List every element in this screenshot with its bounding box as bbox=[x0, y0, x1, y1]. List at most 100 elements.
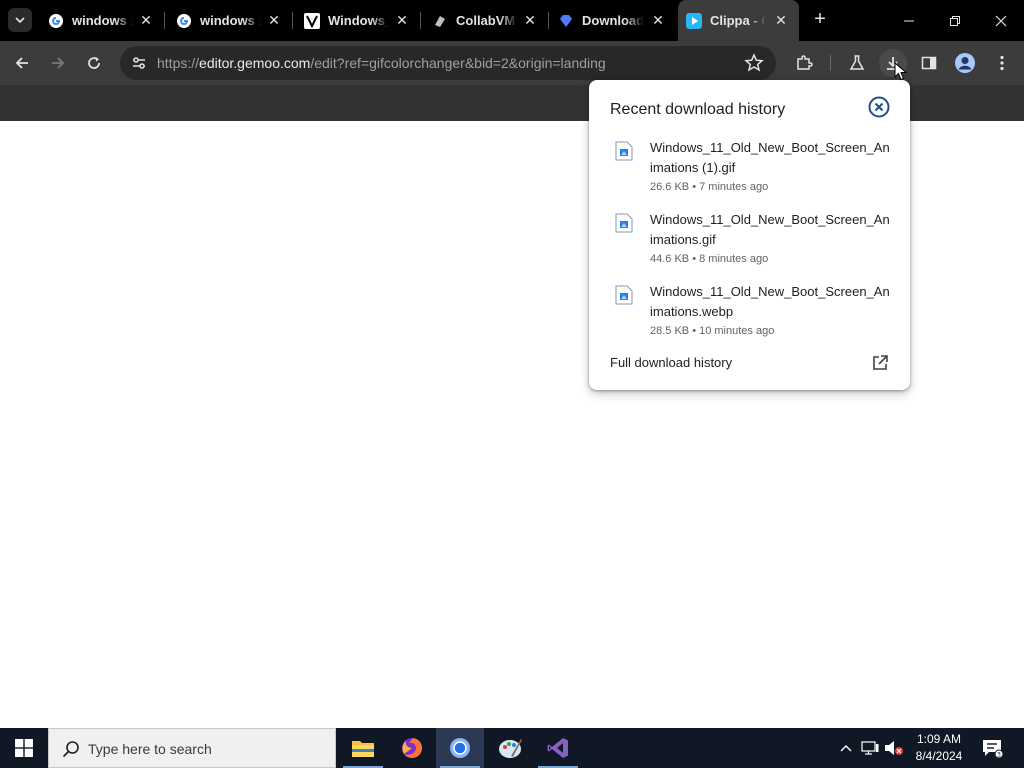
volume-tray-button[interactable] bbox=[884, 738, 904, 758]
image-file-icon bbox=[615, 141, 633, 161]
taskbar: Type here to search 1:09 AM 8/4/2024 3 bbox=[0, 728, 1024, 768]
download-bubble-title: Recent download history bbox=[610, 101, 786, 118]
visual-studio-icon bbox=[547, 738, 568, 758]
download-filename: Windows_11_Old_New_Boot_Screen_Animation… bbox=[650, 284, 890, 319]
clippa-icon bbox=[686, 12, 702, 29]
close-window-button[interactable] bbox=[978, 0, 1024, 41]
url-scheme: https:// bbox=[157, 55, 200, 71]
side-panel-icon bbox=[921, 56, 937, 70]
open-in-new-icon[interactable] bbox=[871, 354, 889, 372]
minimize-button[interactable] bbox=[886, 0, 932, 41]
full-download-history-link[interactable]: Full download history bbox=[610, 355, 732, 370]
download-item[interactable]: Windows_11_Old_New_Boot_Screen_Animation… bbox=[589, 138, 910, 206]
close-icon[interactable]: ✕ bbox=[773, 12, 789, 28]
more-vertical-icon bbox=[1000, 55, 1004, 71]
address-bar[interactable]: https://editor.gemoo.com/edit?ref=gifcol… bbox=[120, 46, 776, 80]
site-icon bbox=[304, 12, 320, 29]
arrow-right-icon bbox=[52, 57, 65, 69]
taskbar-firefox[interactable] bbox=[388, 728, 436, 768]
tab-search-button[interactable] bbox=[8, 8, 32, 32]
close-icon[interactable]: ✕ bbox=[522, 12, 538, 28]
taskbar-paint[interactable] bbox=[486, 728, 534, 768]
new-tab-button[interactable]: + bbox=[808, 8, 832, 32]
puzzle-icon bbox=[797, 55, 813, 70]
close-circle-icon bbox=[868, 96, 890, 118]
gem-icon bbox=[558, 13, 574, 29]
menu-button[interactable] bbox=[988, 49, 1016, 77]
tab-title: CollabVM bbox=[456, 13, 516, 28]
tab-2[interactable]: windows 11 old new boot screen ✕ bbox=[168, 0, 293, 41]
tab-separator bbox=[164, 12, 165, 29]
collabvm-icon bbox=[432, 13, 448, 29]
star-icon bbox=[744, 53, 764, 72]
tab-strip: windows 11 old new boot screen ✕ windows… bbox=[0, 0, 1024, 41]
bookmark-star-button[interactable] bbox=[744, 53, 764, 73]
close-icon bbox=[995, 15, 1007, 26]
tune-icon bbox=[133, 57, 145, 69]
tab-separator bbox=[292, 12, 293, 29]
taskbar-visual-studio[interactable] bbox=[534, 728, 582, 768]
download-bubble: Recent download history Windows_11_Old_N… bbox=[589, 80, 910, 390]
site-info-button[interactable] bbox=[126, 50, 152, 76]
search-icon bbox=[61, 739, 81, 759]
browser-toolbar: https://editor.gemoo.com/edit?ref=gifcol… bbox=[0, 41, 1024, 85]
action-center-button[interactable]: 3 bbox=[980, 736, 1004, 760]
show-hidden-icons-button[interactable] bbox=[836, 738, 856, 758]
flask-icon bbox=[849, 55, 865, 70]
back-button[interactable] bbox=[8, 49, 36, 77]
speaker-muted-icon bbox=[885, 741, 903, 755]
download-item[interactable]: Windows_11_Old_New_Boot_Screen_Animation… bbox=[589, 282, 910, 350]
image-file-icon bbox=[615, 213, 633, 233]
tab-3[interactable]: Windows_11_Old_New_Boot_Screen ✕ bbox=[296, 0, 421, 41]
tab-1[interactable]: windows 11 old new boot screen ✕ bbox=[40, 0, 165, 41]
download-meta: 26.6 KB • 7 minutes ago bbox=[650, 181, 769, 193]
labs-button[interactable] bbox=[843, 49, 871, 77]
reload-button[interactable] bbox=[80, 49, 108, 77]
minimize-icon bbox=[904, 20, 914, 21]
taskbar-chrome[interactable] bbox=[436, 728, 484, 768]
taskbar-file-explorer[interactable] bbox=[339, 728, 387, 768]
restore-button[interactable] bbox=[932, 0, 978, 41]
tab-5[interactable]: Download ✕ bbox=[552, 0, 676, 41]
chevron-up-icon bbox=[840, 745, 852, 752]
network-tray-button[interactable] bbox=[860, 738, 880, 758]
taskbar-clock[interactable]: 1:09 AM 8/4/2024 bbox=[906, 731, 972, 765]
close-icon[interactable]: ✕ bbox=[650, 12, 666, 28]
screen: windows 11 old new boot screen ✕ windows… bbox=[0, 0, 1024, 768]
search-placeholder: Type here to search bbox=[88, 741, 212, 757]
extensions-button[interactable] bbox=[790, 49, 818, 77]
close-icon[interactable]: ✕ bbox=[394, 12, 410, 28]
clock-time: 1:09 AM bbox=[916, 732, 962, 746]
download-filename: Windows_11_Old_New_Boot_Screen_Animation… bbox=[650, 212, 890, 247]
close-bubble-button[interactable] bbox=[868, 96, 890, 118]
svg-text:3: 3 bbox=[997, 752, 1001, 759]
tab-6-active[interactable]: Clippa - Online ✕ bbox=[678, 0, 799, 41]
forward-button[interactable] bbox=[44, 49, 72, 77]
tab-separator bbox=[420, 12, 421, 29]
tab-title: windows 11 old new boot screen bbox=[200, 13, 262, 28]
toolbar-separator bbox=[830, 55, 831, 71]
download-filename: Windows_11_Old_New_Boot_Screen_Animation… bbox=[650, 140, 890, 175]
google-icon bbox=[176, 13, 192, 29]
mouse-cursor-icon bbox=[894, 61, 908, 82]
side-panel-button[interactable] bbox=[915, 49, 943, 77]
chrome-icon bbox=[450, 738, 470, 758]
tab-title: Windows_11_Old_New_Boot_Screen bbox=[328, 13, 390, 28]
firefox-icon bbox=[402, 738, 422, 758]
url-text[interactable]: https://editor.gemoo.com/edit?ref=gifcol… bbox=[157, 55, 606, 71]
restore-icon bbox=[950, 15, 960, 26]
start-button[interactable] bbox=[0, 728, 48, 768]
close-icon[interactable]: ✕ bbox=[266, 12, 282, 28]
clock-date: 8/4/2024 bbox=[915, 749, 963, 763]
reload-icon bbox=[88, 57, 100, 69]
tab-4[interactable]: CollabVM ✕ bbox=[424, 0, 549, 41]
taskbar-search-box[interactable]: Type here to search bbox=[48, 728, 336, 768]
tab-separator bbox=[548, 12, 549, 29]
download-item[interactable]: Windows_11_Old_New_Boot_Screen_Animation… bbox=[589, 210, 910, 278]
download-meta: 44.6 KB • 8 minutes ago bbox=[650, 253, 769, 265]
image-file-icon bbox=[615, 285, 633, 305]
folder-icon bbox=[352, 741, 374, 757]
network-icon bbox=[861, 741, 879, 755]
close-icon[interactable]: ✕ bbox=[138, 12, 154, 28]
profile-button[interactable] bbox=[951, 49, 979, 77]
